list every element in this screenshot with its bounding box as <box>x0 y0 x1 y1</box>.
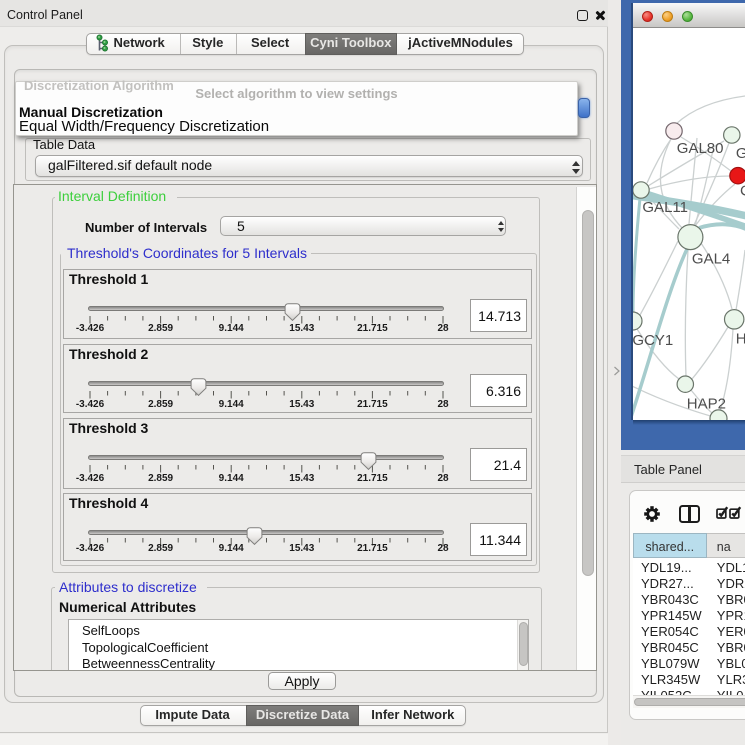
svg-text:GCY1: GCY1 <box>633 332 673 349</box>
svg-text:GAL80: GAL80 <box>677 140 724 157</box>
svg-text:H: H <box>736 331 745 348</box>
svg-text:G.: G. <box>736 145 745 162</box>
svg-text:C: C <box>740 183 745 200</box>
svg-text:HAP2: HAP2 <box>687 395 726 412</box>
svg-text:GAL11: GAL11 <box>642 199 688 216</box>
svg-text:GAL4: GAL4 <box>692 250 730 267</box>
